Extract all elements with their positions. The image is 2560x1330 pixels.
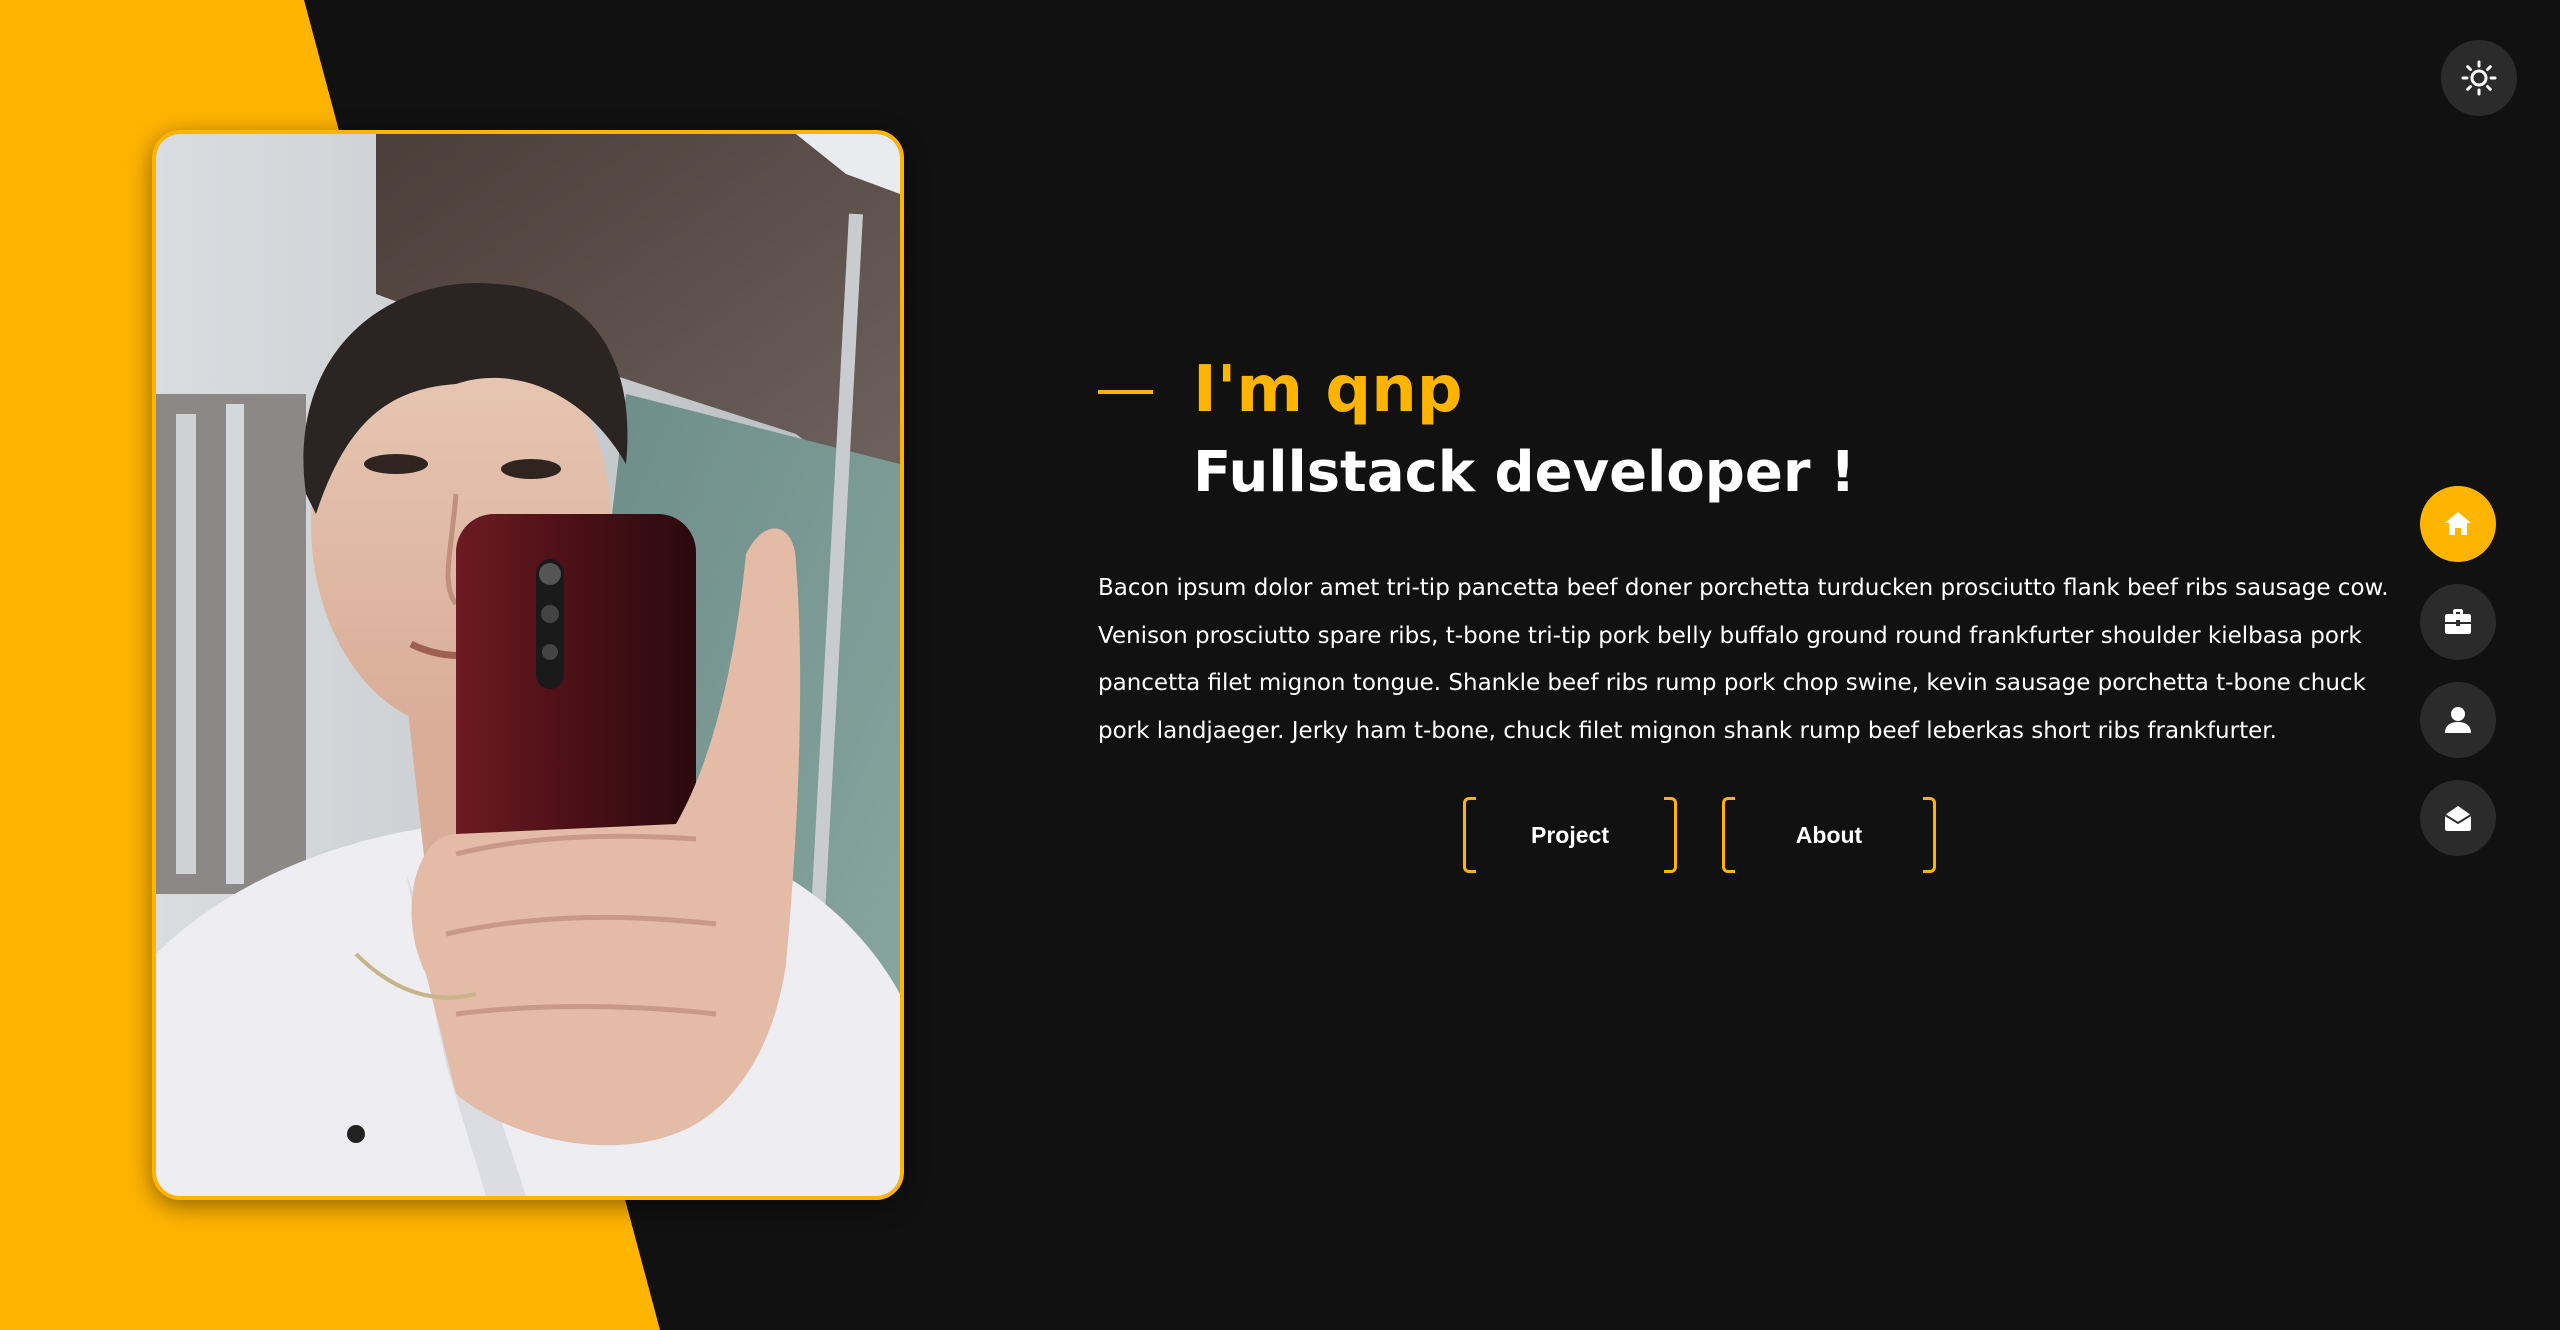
project-button[interactable]: Project [1463,797,1677,873]
envelope-open-icon [2444,806,2472,831]
nav-portfolio-button[interactable] [2420,584,2496,660]
briefcase-icon [2445,609,2471,634]
nav-contact-button[interactable] [2420,780,2496,856]
description-line: Venison prosciutto spare ribs, t-bone tr… [1098,622,2362,649]
nav-home-button[interactable] [2420,486,2496,562]
about-button[interactable]: About [1722,797,1936,873]
nav-about-button[interactable] [2420,682,2496,758]
description-line: Bacon ipsum dolor amet tri-tip pancetta … [1098,575,2389,601]
profile-photo [152,130,904,1200]
user-icon [2445,707,2471,733]
theme-toggle-button[interactable] [2441,40,2517,116]
description-line: pancetta filet mignon tongue. Shankle be… [1098,670,2366,696]
hero-role-heading: Fullstack developer ! [1193,440,1856,505]
description-line: pork landjaeger. Jerky ham t-bone, chuck… [1098,717,2277,744]
title-dash-decoration [1098,390,1153,394]
hero-name-heading: I'm qnp [1193,353,1463,427]
hero-description: Bacon ipsum dolor amet tri-tip pancetta … [1098,565,2389,755]
sun-icon [2461,60,2497,96]
home-icon [2445,512,2471,535]
